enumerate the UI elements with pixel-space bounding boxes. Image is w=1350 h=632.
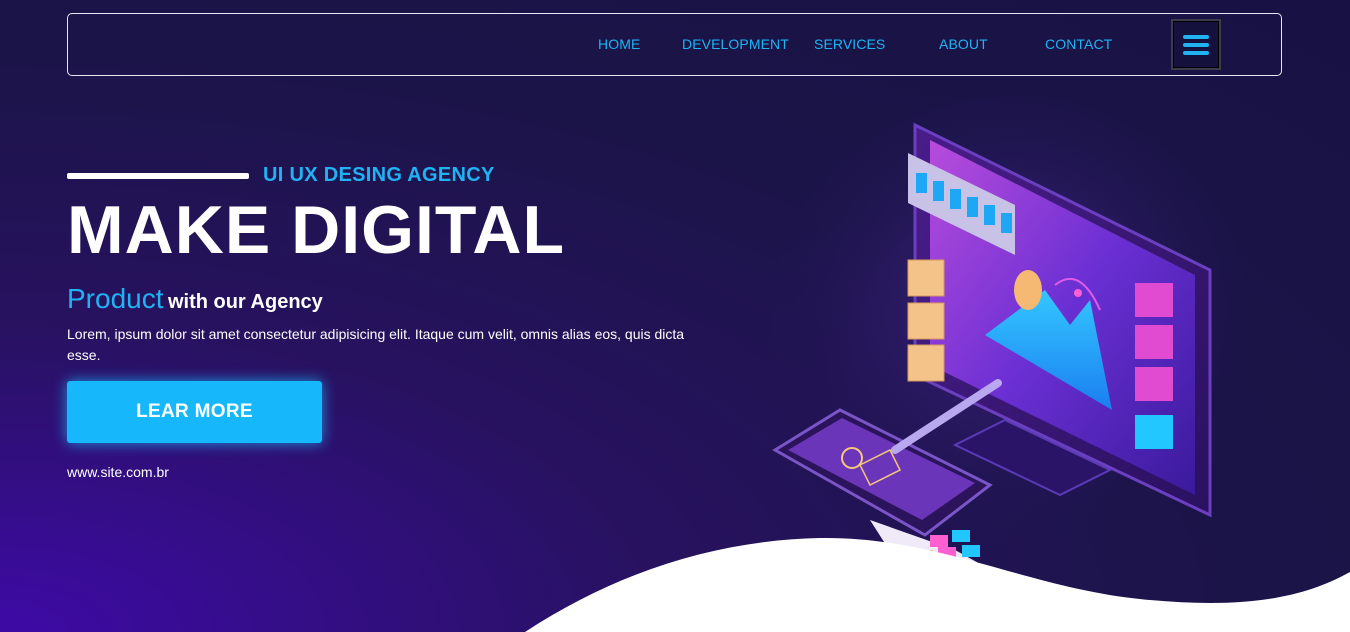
hero-subheading: Product with our Agency: [67, 283, 323, 315]
hamburger-menu-icon[interactable]: [1171, 19, 1221, 70]
subhead-rest: with our Agency: [167, 291, 323, 313]
site-url: www.site.com.br: [67, 464, 169, 480]
menu-bar: [1183, 42, 1209, 47]
nav-home[interactable]: HOME: [598, 36, 640, 52]
nav-about[interactable]: ABOUT: [939, 36, 988, 52]
menu-bar: [1183, 50, 1209, 55]
nav-contact[interactable]: CONTACT: [1045, 36, 1112, 52]
hero-description: Lorem, ipsum dolor sit amet consectetur …: [67, 326, 685, 363]
tagline: UI UX DESING AGENCY: [263, 164, 495, 186]
navbar: HOME DEVELOPMENT SERVICES ABOUT CONTACT: [67, 13, 1282, 76]
nav-services[interactable]: SERVICES: [814, 36, 885, 52]
menu-bar: [1183, 34, 1209, 39]
hero-headline: MAKE DIGITAL: [67, 192, 566, 268]
isometric-design-workstation-illustration: [770, 95, 1250, 575]
tagline-divider: [67, 173, 249, 179]
learn-more-button[interactable]: LEAR MORE: [67, 381, 322, 443]
nav-development[interactable]: DEVELOPMENT: [682, 36, 789, 52]
subhead-accent: Product: [67, 283, 164, 314]
